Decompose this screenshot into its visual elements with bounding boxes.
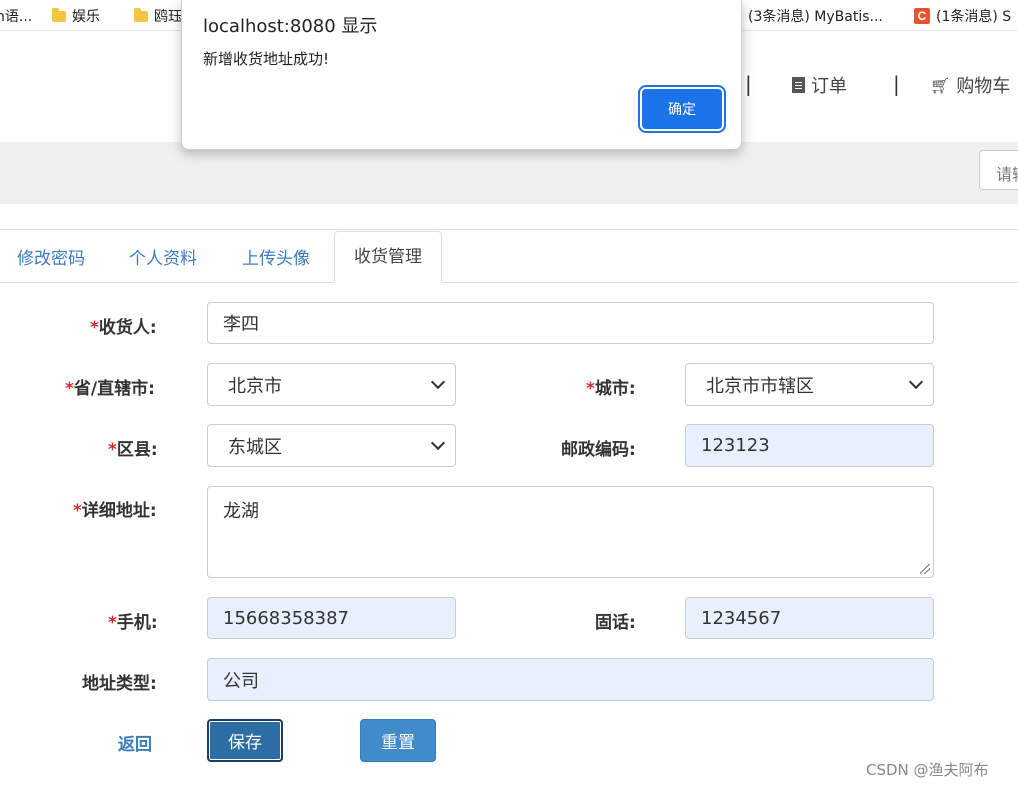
folder-icon — [134, 7, 148, 22]
bookmark-folder-entertainment[interactable]: 娱乐 — [52, 6, 100, 26]
zip-input[interactable]: 123123 — [685, 424, 934, 467]
save-button[interactable]: 保存 — [207, 719, 283, 762]
address-type-label: 地址类型: — [82, 674, 157, 694]
folder-icon — [52, 7, 66, 22]
alert-dialog: localhost:8080 显示 新增收货地址成功! 确定 — [181, 0, 742, 150]
required-mark: * — [90, 318, 99, 338]
bookmark-item[interactable]: n语... — [0, 6, 32, 26]
address-textarea[interactable]: 龙湖 — [207, 486, 934, 578]
tel-input[interactable]: 1234567 — [685, 597, 934, 639]
zip-value: 123123 — [701, 435, 770, 456]
address-label-text: 详细地址: — [81, 501, 157, 521]
bookmark-item-mybatis[interactable]: (3条消息) MyBatis... — [736, 6, 883, 26]
nav-divider: | — [893, 72, 900, 96]
receiver-label: *收货人: — [90, 313, 157, 338]
bookmark-item-csdn[interactable]: C (1条消息) S — [914, 6, 1011, 26]
cart-icon: 🛒︎ — [930, 75, 951, 95]
city-select[interactable]: 北京市市辖区 — [685, 363, 934, 406]
divider — [0, 229, 1018, 230]
district-label: *区县: — [108, 435, 158, 460]
resize-handle-icon[interactable] — [920, 564, 930, 574]
nav-orders-link[interactable]: 订单 — [792, 72, 847, 98]
nav-cart-link[interactable]: 🛒︎ 购物车 — [930, 72, 1010, 98]
district-label-text: 区县: — [116, 440, 158, 460]
receiver-input[interactable]: 李四 — [207, 302, 934, 344]
phone-label: *手机: — [108, 608, 158, 633]
phone-value: 15668358387 — [223, 607, 349, 629]
dialog-message: 新增收货地址成功! — [203, 50, 330, 68]
tab-change-password[interactable]: 修改密码 — [17, 244, 85, 269]
province-label-text: 省/直辖市: — [73, 379, 155, 399]
tel-value: 1234567 — [701, 607, 782, 629]
chevron-down-icon — [430, 374, 446, 390]
required-mark: * — [586, 379, 595, 399]
district-select[interactable]: 东城区 — [207, 424, 456, 467]
city-value: 北京市市辖区 — [706, 375, 814, 397]
required-mark: * — [73, 501, 82, 521]
chevron-down-icon — [430, 435, 446, 451]
address-type-value: 公司 — [223, 670, 259, 692]
address-label: *详细地址: — [73, 496, 157, 521]
receiver-label-text: 收货人: — [98, 318, 157, 338]
district-value: 东城区 — [228, 436, 282, 458]
search-input[interactable]: 请输 — [979, 150, 1018, 190]
watermark: CSDN @渔夫阿布 — [866, 761, 989, 779]
bookmark-label: (3条消息) MyBatis... — [748, 9, 883, 25]
province-select[interactable]: 北京市 — [207, 363, 456, 406]
document-icon — [792, 77, 805, 93]
dialog-title: localhost:8080 显示 — [203, 16, 378, 37]
bookmark-label: (1条消息) S — [936, 9, 1012, 25]
required-mark: * — [108, 440, 117, 460]
tab-baseline — [0, 282, 1018, 283]
address-type-input[interactable]: 公司 — [207, 658, 934, 701]
reset-button[interactable]: 重置 — [360, 719, 436, 762]
province-label: *省/直辖市: — [65, 374, 155, 399]
nav-orders-label: 订单 — [811, 76, 847, 97]
bookmark-label: 娱乐 — [72, 9, 100, 25]
province-value: 北京市 — [228, 375, 282, 397]
phone-label-text: 手机: — [116, 613, 158, 633]
tab-address-management[interactable]: 收货管理 — [334, 231, 442, 283]
nav-divider: | — [745, 72, 752, 96]
zip-label: 邮政编码: — [561, 440, 636, 460]
csdn-icon: C — [914, 8, 930, 24]
back-link[interactable]: 返回 — [118, 730, 152, 755]
phone-input[interactable]: 15668358387 — [207, 597, 456, 639]
dialog-ok-button[interactable]: 确定 — [642, 89, 722, 129]
tel-label: 固话: — [595, 613, 636, 633]
required-mark: * — [65, 379, 74, 399]
receiver-value: 李四 — [223, 314, 259, 335]
tab-profile[interactable]: 个人资料 — [129, 244, 197, 269]
city-label: *城市: — [586, 374, 636, 399]
search-band — [0, 142, 1018, 204]
required-mark: * — [108, 613, 117, 633]
nav-cart-label: 购物车 — [956, 76, 1011, 97]
tab-upload-avatar[interactable]: 上传头像 — [242, 244, 310, 269]
bookmark-label: n语... — [0, 9, 33, 25]
bookmark-folder[interactable]: 鸥珏 — [134, 6, 182, 26]
bookmark-label: 鸥珏 — [154, 9, 182, 25]
chevron-down-icon — [908, 374, 924, 390]
city-label-text: 城市: — [594, 379, 636, 399]
address-value: 龙湖 — [223, 501, 259, 522]
